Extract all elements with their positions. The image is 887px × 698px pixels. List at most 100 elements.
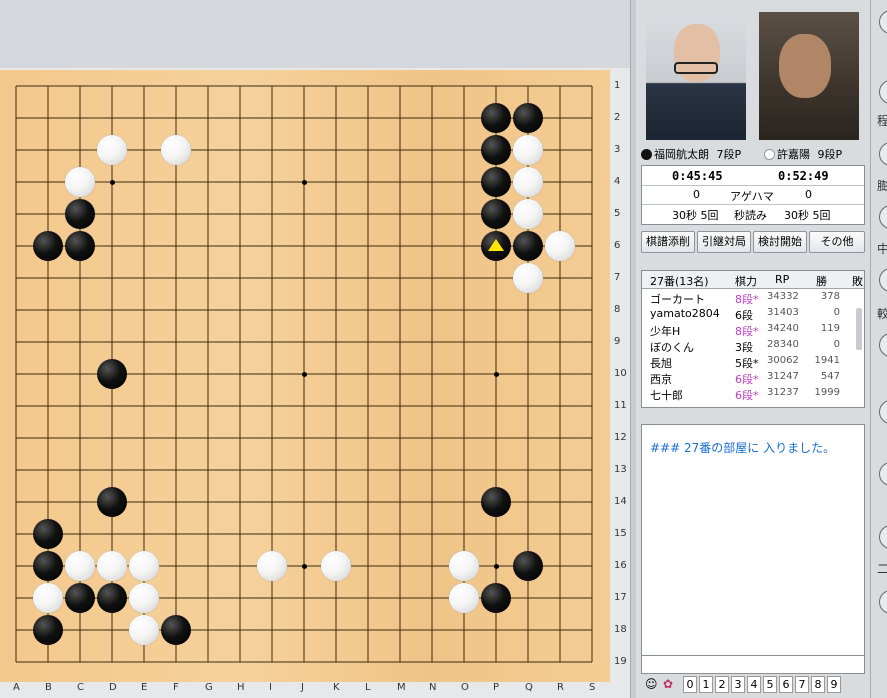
relay-game-button[interactable]: 引継対局 [697, 231, 751, 253]
white-stone[interactable] [449, 551, 479, 581]
row-label: 1 [614, 80, 621, 91]
white-stone[interactable] [513, 199, 543, 229]
room-member-row[interactable]: ぼのくん 3段 28340 0 [642, 339, 852, 354]
col-wins-header[interactable]: 勝 [816, 273, 827, 289]
black-stone[interactable] [513, 551, 543, 581]
strip-handle[interactable] [879, 205, 887, 229]
number-key-5[interactable]: 5 [763, 676, 777, 693]
room-member-row[interactable]: 長旭 5段* 30062 1941 [642, 355, 852, 370]
review-button[interactable]: 検討開始 [753, 231, 807, 253]
row-label: 3 [614, 144, 621, 155]
go-board[interactable] [0, 70, 610, 682]
number-key-2[interactable]: 2 [715, 676, 729, 693]
room-member-row[interactable]: 少年H 8段* 34240 119 [642, 323, 852, 338]
white-stone[interactable] [97, 135, 127, 165]
white-stone[interactable] [257, 551, 287, 581]
chat-input[interactable] [641, 655, 865, 674]
member-rp: 30062 [767, 355, 799, 366]
black-stone[interactable] [481, 103, 511, 133]
black-stone[interactable] [513, 231, 543, 261]
strip-char: 二 [877, 562, 887, 576]
divider [642, 185, 864, 186]
black-stone[interactable] [33, 615, 63, 645]
number-key-9[interactable]: 9 [827, 676, 841, 693]
white-stone[interactable] [513, 263, 543, 293]
black-stone[interactable] [481, 135, 511, 165]
black-stone[interactable] [481, 167, 511, 197]
black-stone[interactable] [33, 231, 63, 261]
white-stone[interactable] [129, 583, 159, 613]
number-key-3[interactable]: 3 [731, 676, 745, 693]
white-stone[interactable] [513, 135, 543, 165]
top-bar [0, 0, 630, 68]
strip-handle[interactable] [879, 142, 887, 166]
white-stone[interactable] [321, 551, 351, 581]
flower-icon[interactable]: ✿ [663, 677, 673, 691]
white-stone[interactable] [97, 551, 127, 581]
col-rp-header[interactable]: RP [775, 273, 789, 286]
room-title[interactable]: 27番(13名) [650, 273, 709, 289]
other-button[interactable]: その他 [809, 231, 865, 253]
strip-handle[interactable] [879, 10, 887, 34]
column-label: D [109, 682, 117, 693]
strip-handle[interactable] [879, 333, 887, 357]
white-stone[interactable] [449, 583, 479, 613]
white-stone[interactable] [65, 551, 95, 581]
member-rp: 31237 [767, 387, 799, 398]
room-member-row[interactable]: yamato2804 6段 31403 0 [642, 307, 852, 322]
glasses [674, 62, 718, 74]
black-stone[interactable] [513, 103, 543, 133]
white-byoyomi: 30秒 5回 [784, 209, 831, 222]
col-rank-header[interactable]: 棋力 [735, 273, 757, 289]
member-rank: 6段* [735, 373, 759, 386]
black-stone[interactable] [161, 615, 191, 645]
row-label: 7 [614, 272, 621, 283]
black-stone[interactable] [97, 359, 127, 389]
black-stone[interactable] [33, 519, 63, 549]
white-stone[interactable] [513, 167, 543, 197]
black-stone[interactable] [65, 583, 95, 613]
room-member-row[interactable]: ゴーカート 8段* 34332 378 [642, 291, 852, 306]
black-stone[interactable] [65, 199, 95, 229]
column-label: F [173, 682, 179, 693]
member-rank: 6段 [735, 309, 753, 322]
strip-handle[interactable] [879, 462, 887, 486]
kifu-button[interactable]: 棋譜添削 [641, 231, 695, 253]
row-label: 5 [614, 208, 621, 219]
row-label: 8 [614, 304, 621, 315]
col-losses-header[interactable]: 敗 [852, 273, 863, 289]
number-key-8[interactable]: 8 [811, 676, 825, 693]
row-label: 2 [614, 112, 621, 123]
strip-handle[interactable] [879, 590, 887, 614]
black-stone[interactable] [97, 487, 127, 517]
strip-handle[interactable] [879, 400, 887, 424]
strip-handle[interactable] [879, 268, 887, 292]
black-stone[interactable] [97, 583, 127, 613]
number-key-6[interactable]: 6 [779, 676, 793, 693]
strip-handle[interactable] [879, 525, 887, 549]
black-player-name: 福岡航太朗 [654, 148, 709, 161]
strip-handle[interactable] [879, 80, 887, 104]
black-stone[interactable] [33, 551, 63, 581]
number-key-4[interactable]: 4 [747, 676, 761, 693]
number-key-1[interactable]: 1 [699, 676, 713, 693]
black-stone[interactable] [481, 583, 511, 613]
white-stone[interactable] [65, 167, 95, 197]
white-stone[interactable] [129, 615, 159, 645]
white-stone[interactable] [33, 583, 63, 613]
face-icon[interactable]: ☺ [645, 677, 658, 691]
white-stone[interactable] [161, 135, 191, 165]
white-stone[interactable] [129, 551, 159, 581]
black-stone[interactable] [65, 231, 95, 261]
number-key-0[interactable]: 0 [683, 676, 697, 693]
room-member-row[interactable]: 七十郎 6段* 31237 1999 [642, 387, 852, 402]
white-stone[interactable] [545, 231, 575, 261]
room-member-row[interactable]: 西京 6段* 31247 547 [642, 371, 852, 386]
black-player-photo [646, 12, 746, 140]
room-list-scrollbar[interactable] [856, 308, 862, 350]
column-label: I [269, 682, 272, 693]
black-stone[interactable] [481, 487, 511, 517]
black-stone[interactable] [481, 199, 511, 229]
member-rp: 31403 [767, 307, 799, 318]
number-key-7[interactable]: 7 [795, 676, 809, 693]
